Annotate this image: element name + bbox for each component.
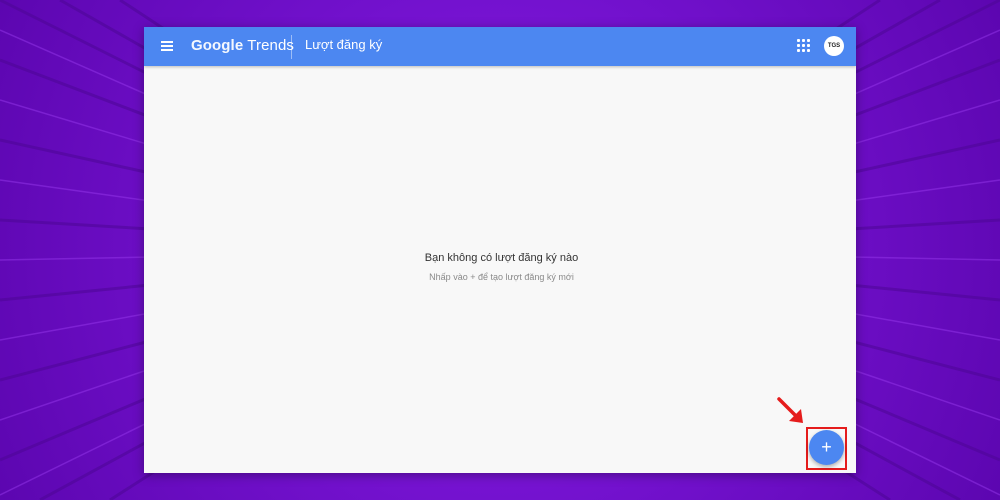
google-trends-logo[interactable]: Google Trends <box>191 37 294 54</box>
logo-google-text: Google <box>191 37 244 54</box>
header-divider <box>291 35 292 59</box>
google-trends-window: Google Trends Lượt đăng ký TGS Bạn không… <box>144 27 856 473</box>
page-title: Lượt đăng ký <box>305 37 383 52</box>
empty-state-title: Bạn không có lượt đăng ký nào <box>424 252 579 264</box>
account-avatar[interactable]: TGS <box>824 36 844 56</box>
plus-icon: + <box>821 437 832 457</box>
apps-grid-icon[interactable] <box>797 39 811 53</box>
logo-trends-text: Trends <box>247 37 294 54</box>
red-arrow-icon <box>777 397 803 423</box>
menu-icon[interactable] <box>158 37 176 55</box>
empty-state-hint: Nhấp vào + để tạo lượt đăng ký mới <box>429 272 574 282</box>
add-subscription-button[interactable]: + <box>809 430 844 465</box>
app-bar: Google Trends Lượt đăng ký TGS <box>144 27 856 66</box>
